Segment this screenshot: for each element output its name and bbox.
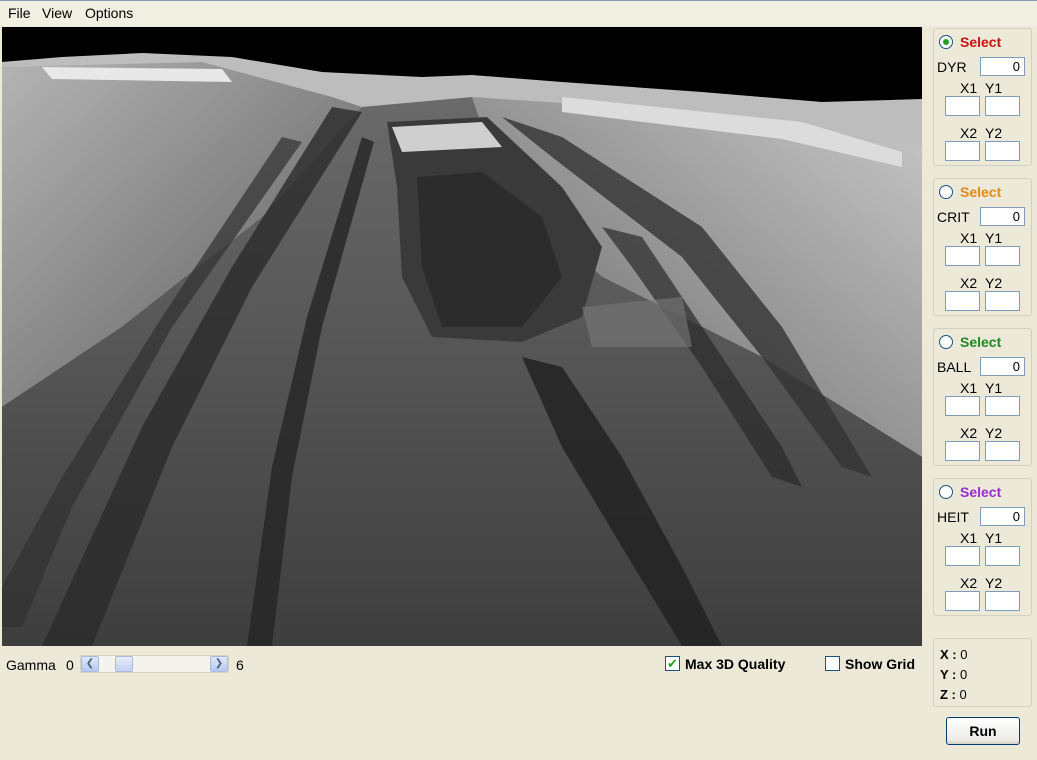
y1-input[interactable] xyxy=(985,396,1020,416)
x2-input[interactable] xyxy=(945,291,980,311)
x2-label: X2 xyxy=(960,125,978,141)
y1-input[interactable] xyxy=(985,96,1020,116)
param-label-ball: BALL xyxy=(937,359,972,375)
x2-input[interactable] xyxy=(945,141,980,161)
x-coord-value: 0 xyxy=(960,647,968,662)
gamma-label: Gamma xyxy=(6,657,56,673)
max-quality-checkbox[interactable]: ✔ xyxy=(665,656,680,671)
x2-label: X2 xyxy=(960,575,978,591)
y1-label: Y1 xyxy=(985,530,1003,546)
select-radio-ball[interactable] xyxy=(939,335,953,349)
terrain-3d-view[interactable] xyxy=(2,27,922,646)
select-radio-heit[interactable] xyxy=(939,485,953,499)
gamma-slider[interactable]: ❮ ❯ xyxy=(80,655,229,673)
y2-input[interactable] xyxy=(985,591,1020,611)
y-coord-value: 0 xyxy=(960,667,968,682)
x1-input[interactable] xyxy=(945,246,980,266)
y2-label: Y2 xyxy=(985,125,1003,141)
y2-label: Y2 xyxy=(985,275,1003,291)
x1-label: X1 xyxy=(960,80,978,96)
terrain-render xyxy=(2,27,922,646)
param-value-crit[interactable]: 0 xyxy=(980,207,1025,226)
y2-input[interactable] xyxy=(985,291,1020,311)
panel-crit: Select CRIT 0 X1 Y1 X2 Y2 xyxy=(933,178,1032,316)
y1-input[interactable] xyxy=(985,246,1020,266)
menu-view[interactable]: View xyxy=(42,5,72,21)
y2-label: Y2 xyxy=(985,425,1003,441)
panel-heit: Select HEIT 0 X1 Y1 X2 Y2 xyxy=(933,478,1032,616)
param-value-ball[interactable]: 0 xyxy=(980,357,1025,376)
y1-input[interactable] xyxy=(985,546,1020,566)
panel-dyr: Select DYR 0 X1 Y1 X2 Y2 xyxy=(933,28,1032,166)
menu-file[interactable]: File xyxy=(8,5,31,21)
gamma-slider-thumb[interactable] xyxy=(114,656,133,672)
chevron-left-icon[interactable]: ❮ xyxy=(81,656,99,672)
x1-input[interactable] xyxy=(945,396,980,416)
param-value-dyr[interactable]: 0 xyxy=(980,57,1025,76)
x1-label: X1 xyxy=(960,230,978,246)
x1-label: X1 xyxy=(960,380,978,396)
show-grid-label[interactable]: Show Grid xyxy=(845,656,915,672)
y1-label: Y1 xyxy=(985,380,1003,396)
y2-label: Y2 xyxy=(985,575,1003,591)
param-label-heit: HEIT xyxy=(937,509,969,525)
gamma-max-value: 6 xyxy=(236,657,244,673)
coordinates-readout: X : 0 Y : 0 Z : 0 xyxy=(933,638,1032,707)
y2-input[interactable] xyxy=(985,141,1020,161)
x-coord-label: X : xyxy=(940,647,957,662)
run-button[interactable]: Run xyxy=(946,717,1020,745)
select-label-ball[interactable]: Select xyxy=(960,334,1001,350)
y2-input[interactable] xyxy=(985,441,1020,461)
x2-input[interactable] xyxy=(945,441,980,461)
z-coord-label: Z : xyxy=(940,687,956,702)
x1-input[interactable] xyxy=(945,546,980,566)
y-coord-label: Y : xyxy=(940,667,957,682)
z-coord-value: 0 xyxy=(959,687,967,702)
gamma-min-value: 0 xyxy=(66,657,74,673)
select-label-crit[interactable]: Select xyxy=(960,184,1001,200)
x2-label: X2 xyxy=(960,275,978,291)
param-label-crit: CRIT xyxy=(937,209,970,225)
max-quality-label[interactable]: Max 3D Quality xyxy=(685,656,785,672)
select-label-heit[interactable]: Select xyxy=(960,484,1001,500)
x2-label: X2 xyxy=(960,425,978,441)
menu-bar: File View Options xyxy=(0,1,1037,26)
show-grid-checkbox[interactable] xyxy=(825,656,840,671)
checkmark-icon: ✔ xyxy=(667,656,678,671)
x1-label: X1 xyxy=(960,530,978,546)
y1-label: Y1 xyxy=(985,80,1003,96)
x2-input[interactable] xyxy=(945,591,980,611)
select-radio-dyr[interactable] xyxy=(939,35,953,49)
x1-input[interactable] xyxy=(945,96,980,116)
select-radio-crit[interactable] xyxy=(939,185,953,199)
menu-options[interactable]: Options xyxy=(85,5,133,21)
param-value-heit[interactable]: 0 xyxy=(980,507,1025,526)
select-label-dyr[interactable]: Select xyxy=(960,34,1001,50)
param-label-dyr: DYR xyxy=(937,59,967,75)
chevron-right-icon[interactable]: ❯ xyxy=(210,656,228,672)
y1-label: Y1 xyxy=(985,230,1003,246)
panel-ball: Select BALL 0 X1 Y1 X2 Y2 xyxy=(933,328,1032,466)
